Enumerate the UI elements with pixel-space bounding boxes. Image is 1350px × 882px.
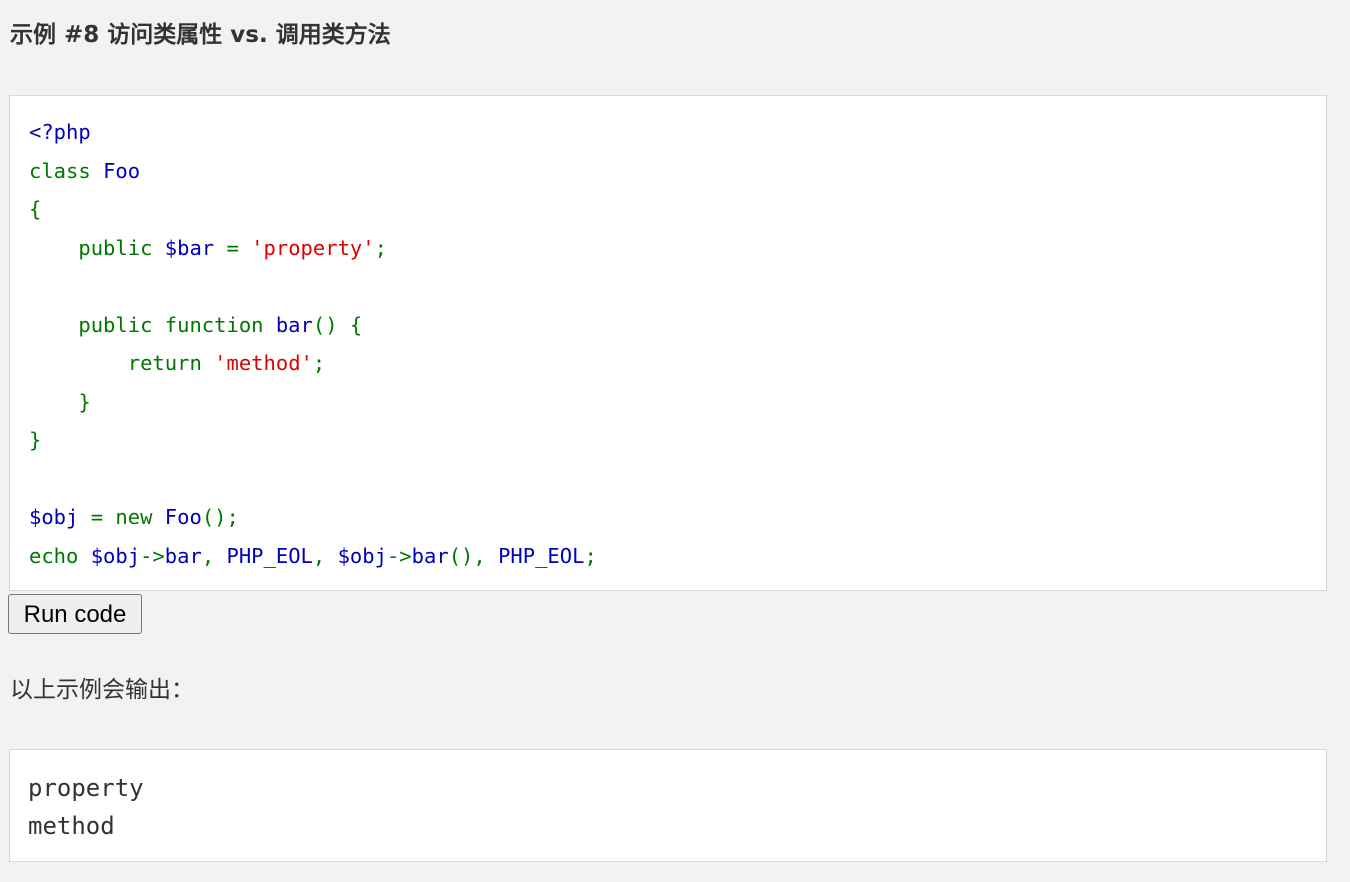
code-token-keyword: , [312,543,338,568]
code-token-keyword: (); [201,505,239,529]
code-token-default: bar [164,543,202,568]
code-token-keyword: class [29,158,104,183]
code-line: $obj = new Foo(); [29,498,597,537]
output-intro: 以上示例会输出： [10,677,194,703]
code-token-keyword: = [226,235,252,260]
code-token-default: $obj [337,543,387,568]
code-token-keyword: } [29,389,91,414]
code-line: } [29,421,597,460]
code-token-keyword: ; [584,543,597,568]
example-title: 示例 #8 访问类属性 vs. 调用类方法 [10,22,391,48]
code-token-default: Foo [164,505,202,529]
code-token-keyword: ; [312,351,326,375]
code-token-default: Foo [103,158,141,183]
code-token-string: 'property' [251,235,375,260]
code-lines: <?php class Foo { public $bar = 'property'… [29,113,597,575]
code-token-string: 'method' [214,351,313,375]
code-token-keyword: public function [29,312,276,337]
output-line: property [28,774,144,802]
code-line: } [29,383,597,422]
code-token-keyword: -> [386,543,412,568]
code-token-default: $obj [90,543,141,568]
code-token-default: $bar [164,235,227,260]
code-token-keyword: = new [90,505,165,529]
code-block: <?php class Foo { public $bar = 'property'… [9,95,1327,591]
code-line: echo $obj->bar, PHP_EOL, $obj->bar(), PH… [29,537,597,576]
code-token-keyword: { [29,197,42,221]
code-token-keyword: -> [140,543,165,568]
output-block: property method [9,749,1327,862]
code-line: { [29,190,597,229]
code-line: public function bar() { [29,306,597,345]
code-token-default: $obj [29,505,91,529]
code-token-default: PHP_EOL [226,543,313,568]
code-token-keyword: , [201,543,227,568]
code-token-default: bar [411,543,449,568]
run-code-button[interactable]: Run code [8,594,142,634]
code-token-keyword: () { [312,312,363,337]
code-line: <?php [29,113,597,152]
code-token-keyword: } [29,428,42,452]
code-token-keyword: return [29,351,215,375]
page: 示例 #8 访问类属性 vs. 调用类方法 <?php class Foo { pu… [0,0,1350,882]
code-token-keyword: public [29,235,165,260]
code-token-default: bar [275,312,313,337]
code-token-default: PHP_EOL [498,543,585,568]
code-token-keyword: (), [448,543,499,568]
code-line: return 'method'; [29,344,597,383]
code-line: public $bar = 'property'; [29,229,597,268]
output-line: method [28,812,115,840]
output-lines: property method [28,769,144,845]
code-token-default: <?php [29,120,91,144]
code-token-keyword: ; [374,235,387,260]
code-line: class Foo [29,152,597,191]
code-token-keyword: echo [29,543,91,568]
